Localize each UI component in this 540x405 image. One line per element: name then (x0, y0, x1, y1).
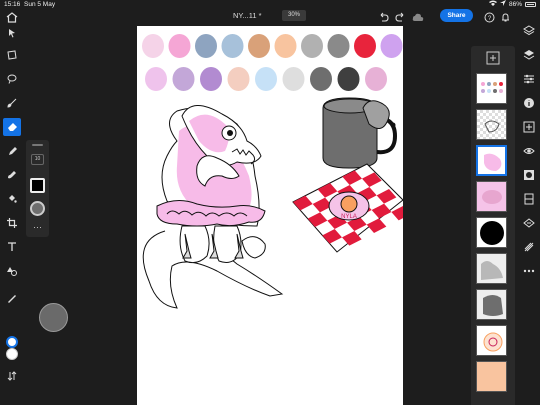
document-title[interactable]: NY...11 * (233, 11, 262, 20)
home-icon[interactable] (6, 10, 18, 23)
primary-color-chip[interactable] (6, 336, 18, 348)
redo-icon[interactable] (395, 10, 406, 22)
help-icon[interactable]: ? (484, 10, 495, 23)
zoom-level[interactable]: 30% (282, 10, 306, 21)
layers-panel (471, 46, 515, 405)
paint-bucket-icon (9, 195, 17, 203)
fill-tool[interactable] (3, 190, 21, 208)
top-bar: NY...11 * 30% Share ? (0, 9, 540, 23)
battery-icon (525, 1, 536, 7)
cloud-icon[interactable] (412, 10, 424, 21)
crop-tool[interactable] (3, 214, 21, 232)
text-tool[interactable] (3, 238, 21, 256)
picnic-blanket: NYLA (292, 163, 403, 253)
creature-drawing (142, 105, 284, 309)
select-tool[interactable] (3, 24, 21, 42)
battery-percent: 86% (508, 0, 522, 8)
layer-thumb-8[interactable] (476, 325, 507, 356)
more-layer-options-icon[interactable] (522, 264, 536, 278)
location-icon (499, 0, 506, 8)
eraser-icon (7, 123, 17, 131)
plate-label: NYLA (341, 214, 357, 220)
layer-thumb-2[interactable] (476, 109, 507, 140)
drawing-canvas[interactable]: NYLA (137, 26, 403, 405)
secondary-color-chip[interactable] (6, 348, 18, 360)
layers-icon[interactable] (522, 24, 536, 38)
eraser-tool[interactable] (3, 118, 21, 136)
smudge-icon (9, 147, 17, 155)
text-icon (8, 242, 16, 251)
eyedropper-tool[interactable] (3, 290, 21, 308)
more-options-icon[interactable]: ··· (33, 223, 42, 232)
adjustments-icon[interactable] (522, 72, 536, 86)
add-layer-button[interactable] (486, 51, 500, 65)
shapes-icon (7, 267, 17, 276)
notifications-icon[interactable] (500, 10, 511, 22)
status-right: 86% (488, 0, 536, 8)
mask-icon[interactable] (522, 168, 536, 182)
blur-icon (8, 171, 16, 179)
panel-grip[interactable] (32, 144, 43, 146)
swap-colors-icon[interactable] (7, 368, 17, 381)
brush-color-square[interactable] (30, 178, 45, 193)
brush-tool[interactable] (3, 94, 21, 112)
brush-properties-panel: 10 ··· (26, 140, 49, 237)
mug-drawing (322, 97, 398, 169)
layer-thumb-1[interactable] (476, 73, 507, 104)
layer-thumb-4[interactable] (476, 181, 507, 212)
layer-thumb-3-selected[interactable] (476, 145, 507, 176)
wifi-icon (488, 0, 497, 8)
status-bar: 15:16 Sun 5 May 86% (0, 0, 540, 9)
status-date: Sun 5 May (24, 1, 56, 8)
svg-text:?: ? (488, 16, 492, 22)
brush-flow-dot[interactable] (30, 201, 45, 216)
lasso-icon (7, 74, 17, 84)
top-actions (378, 10, 424, 22)
undo-icon[interactable] (378, 10, 389, 22)
shapes-tool[interactable] (3, 262, 21, 280)
share-button[interactable]: Share (440, 9, 473, 22)
fill-layer-icon[interactable] (522, 240, 536, 254)
touch-modifier-button[interactable] (39, 303, 68, 332)
layer-thumb-5[interactable] (476, 217, 507, 248)
layer-thumb-7[interactable] (476, 289, 507, 320)
lasso-tool[interactable] (3, 70, 21, 88)
merge-icon[interactable] (522, 216, 536, 230)
crop-icon (7, 218, 17, 228)
layer-thumb-9[interactable] (476, 361, 507, 392)
info-icon[interactable] (522, 96, 536, 110)
brush-size-field[interactable]: 10 (31, 154, 44, 165)
clip-icon[interactable] (522, 192, 536, 206)
transform-tool[interactable] (3, 46, 21, 64)
brush-icon (7, 98, 17, 108)
toolbar-right (518, 24, 540, 405)
visibility-icon[interactable] (522, 144, 536, 158)
layer-properties-icon[interactable] (522, 48, 536, 62)
layer-thumb-6[interactable] (476, 253, 507, 284)
blur-tool[interactable] (3, 166, 21, 184)
transform-icon (7, 50, 17, 60)
eyedropper-icon (8, 295, 16, 303)
toolbar-left (0, 24, 24, 405)
move-cursor-icon (9, 29, 15, 38)
status-time: 15:16 (4, 1, 21, 8)
smudge-tool[interactable] (3, 142, 21, 160)
add-adjustment-icon[interactable] (522, 120, 536, 134)
top-right-actions: ? (484, 10, 511, 23)
artwork: NYLA (142, 97, 403, 309)
